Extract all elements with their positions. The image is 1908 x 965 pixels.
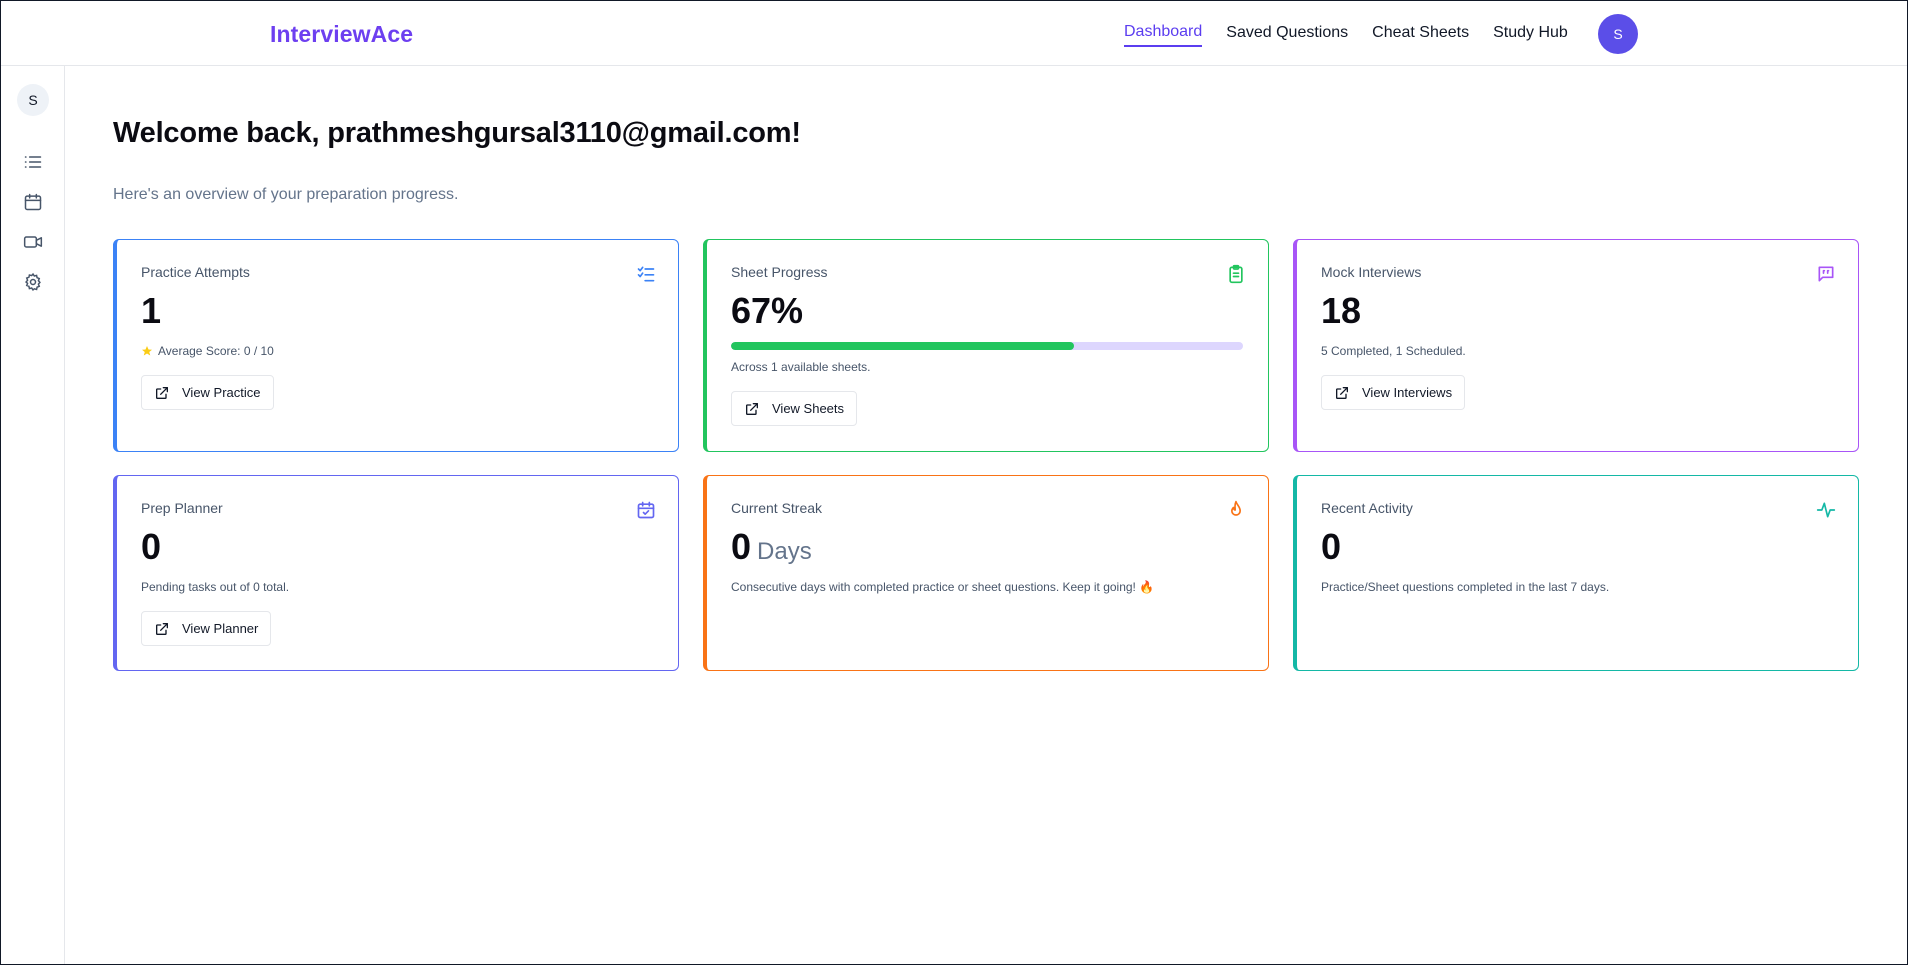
app-window: InterviewAce Dashboard Saved Questions C… xyxy=(0,0,1908,965)
nav-saved-questions[interactable]: Saved Questions xyxy=(1226,24,1348,46)
card-value: 1 xyxy=(141,290,162,331)
progress-fill xyxy=(731,342,1075,350)
button-label: View Interviews xyxy=(1362,385,1453,400)
nav-dashboard[interactable]: Dashboard xyxy=(1124,23,1203,47)
external-link-icon xyxy=(746,402,758,415)
card-value: 0 Days xyxy=(731,526,812,568)
view-practice-button[interactable]: View Practice xyxy=(141,375,274,410)
flame-icon xyxy=(1226,500,1246,520)
sidebar: S xyxy=(1,66,65,964)
button-label: View Sheets xyxy=(772,401,845,416)
streak-unit: Days xyxy=(757,538,812,565)
card-title: Practice Attempts xyxy=(141,264,250,280)
average-score-text: Average Score: 0 / 10 xyxy=(158,344,274,358)
card-current-streak: Current Streak 0 Days Consecutive days wi… xyxy=(703,475,1269,671)
card-mock-interviews: Mock Interviews 18 5 Completed, 1 Schedu… xyxy=(1293,239,1859,452)
card-value: 0 xyxy=(1321,526,1342,567)
sidebar-avatar[interactable]: S xyxy=(17,84,49,116)
button-label: View Practice xyxy=(182,385,261,400)
card-note: Average Score: 0 / 10 xyxy=(141,344,274,358)
nav-cheat-sheets[interactable]: Cheat Sheets xyxy=(1372,24,1469,46)
card-recent-activity: Recent Activity 0 Practice/Sheet questio… xyxy=(1293,475,1859,671)
button-label: View Planner xyxy=(182,621,259,636)
app-logo[interactable]: InterviewAce xyxy=(270,21,413,48)
clipboard-icon xyxy=(1226,264,1246,284)
card-value: 67% xyxy=(731,290,804,331)
card-title: Mock Interviews xyxy=(1321,264,1422,280)
card-title: Prep Planner xyxy=(141,500,223,516)
card-prep-planner: Prep Planner 0 Pending tasks out of 0 to… xyxy=(113,475,679,671)
gear-icon[interactable] xyxy=(23,272,43,292)
page-title: Welcome back, prathmeshgursal3110@gmail.… xyxy=(113,117,801,149)
card-sheet-progress: Sheet Progress 67% Across 1 available sh… xyxy=(703,239,1269,452)
calendar-icon[interactable] xyxy=(23,192,43,212)
activity-icon xyxy=(1816,500,1836,520)
nav-study-hub[interactable]: Study Hub xyxy=(1493,24,1568,46)
user-avatar[interactable]: S xyxy=(1598,14,1638,54)
message-icon xyxy=(1816,264,1836,284)
sheet-progress-bar xyxy=(731,342,1243,350)
view-sheets-button[interactable]: View Sheets xyxy=(731,391,858,426)
card-title: Current Streak xyxy=(731,500,823,516)
page-subtitle: Here's an overview of your preparation p… xyxy=(113,186,459,203)
external-link-icon xyxy=(156,622,168,635)
top-header: InterviewAce Dashboard Saved Questions C… xyxy=(1,1,1907,66)
card-value: 18 xyxy=(1321,290,1362,331)
card-value: 0 xyxy=(141,526,162,567)
external-link-icon xyxy=(1336,386,1348,399)
card-practice-attempts: Practice Attempts 1 Average Score: 0 / 1… xyxy=(113,239,679,452)
external-link-icon xyxy=(156,386,168,399)
card-note: Across 1 available sheets. xyxy=(731,360,871,374)
card-note: Pending tasks out of 0 total. xyxy=(141,580,290,594)
star-icon xyxy=(142,346,152,356)
top-nav: Dashboard Saved Questions Cheat Sheets S… xyxy=(1124,23,1592,47)
streak-count: 0 xyxy=(731,526,752,567)
card-note: 5 Completed, 1 Scheduled. xyxy=(1321,344,1466,358)
list-icon[interactable] xyxy=(23,152,43,172)
card-note: Consecutive days with completed practice… xyxy=(731,580,1155,594)
video-icon[interactable] xyxy=(23,232,43,252)
calendar-check-icon xyxy=(636,500,656,520)
view-planner-button[interactable]: View Planner xyxy=(141,611,272,646)
view-interviews-button[interactable]: View Interviews xyxy=(1321,375,1466,410)
checklist-icon xyxy=(636,264,656,284)
card-title: Sheet Progress xyxy=(731,264,828,280)
card-title: Recent Activity xyxy=(1321,500,1413,516)
card-note: Practice/Sheet questions completed in th… xyxy=(1321,580,1610,594)
